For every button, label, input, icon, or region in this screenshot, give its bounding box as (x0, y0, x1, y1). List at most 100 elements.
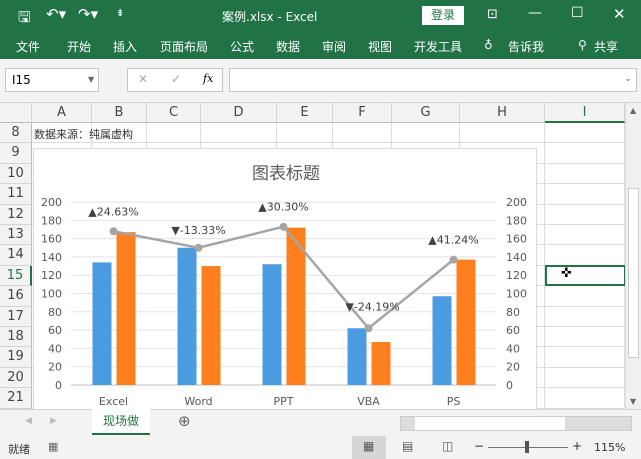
lightbulb-icon: ♁ (484, 38, 493, 52)
insert-function-button[interactable]: fx (203, 72, 213, 85)
x-tick-label: PPT (274, 395, 294, 408)
line-point-excel (109, 227, 118, 236)
tab-data[interactable]: 数据 (276, 38, 300, 55)
sheet-tab[interactable]: 现场做 (92, 409, 150, 435)
close-icon[interactable]: ✕ (613, 5, 626, 23)
formula-bar: I15 ▼ ✕ ✓ fx ⌄ (0, 59, 641, 103)
tab-insert[interactable]: 插入 (113, 38, 137, 55)
y2-tick-label: 60 (506, 324, 520, 337)
bar-series2-vba (371, 341, 391, 385)
column-header-I[interactable]: I (545, 103, 625, 123)
row-header-17[interactable]: 17 (0, 306, 32, 327)
scrollbar-thumb[interactable] (628, 188, 639, 358)
maximize-icon[interactable]: ☐ (571, 5, 584, 21)
row-header-11[interactable]: 11 (0, 184, 32, 205)
row-header-14[interactable]: 14 (0, 245, 32, 266)
bar-series2-ps (456, 259, 476, 385)
row-header-9[interactable]: 9 (0, 143, 32, 164)
tell-me[interactable]: 告诉我 (508, 38, 544, 55)
column-header-B[interactable]: B (92, 103, 147, 123)
tab-view[interactable]: 视图 (368, 38, 392, 55)
cancel-icon[interactable]: ✕ (138, 72, 148, 86)
zoom-out-icon[interactable]: − (474, 439, 484, 453)
select-all[interactable] (0, 103, 32, 123)
x-tick-label: Word (184, 395, 212, 408)
row-header-8[interactable]: 8 (0, 123, 32, 144)
login-button[interactable]: 登录 (422, 6, 464, 25)
data-label: ▼-24.19% (345, 300, 399, 313)
y-tick-label: 20 (48, 361, 62, 374)
grid-icon: ▦ (363, 439, 375, 453)
column-header-D[interactable]: D (201, 103, 277, 123)
chevron-down-icon[interactable]: ▼ (88, 75, 94, 84)
y2-tick-label: 0 (506, 379, 513, 392)
tab-page-layout[interactable]: 页面布局 (160, 38, 208, 55)
zoom-in-icon[interactable]: + (572, 439, 582, 453)
row-header-10[interactable]: 10 (0, 163, 32, 185)
data-label: ▲30.30% (258, 201, 308, 214)
data-label: ▲41.24% (428, 234, 478, 247)
row-header-21[interactable]: 21 (0, 388, 32, 409)
ribbon-display-icon[interactable]: ⊡ (487, 7, 498, 22)
row-header-18[interactable]: 18 (0, 327, 32, 348)
scroll-down-icon[interactable]: ▼ (630, 397, 636, 406)
bar-series1-ps (432, 296, 452, 385)
minimize-icon[interactable]: — (528, 5, 542, 21)
customize-qat-icon[interactable]: ⇟ (116, 8, 124, 19)
user-icon: ⚲ (578, 38, 587, 52)
name-box-value: I15 (12, 73, 31, 87)
next-sheet-icon[interactable]: ▶ (50, 416, 57, 426)
row-header-20[interactable]: 20 (0, 367, 32, 389)
row-header-12[interactable]: 12 (0, 204, 32, 225)
bar-series1-excel (92, 262, 112, 385)
name-box[interactable]: I15 ▼ (5, 68, 99, 92)
data-label: ▲24.63% (88, 205, 138, 218)
column-header-F[interactable]: F (333, 103, 392, 123)
column-header-C[interactable]: C (147, 103, 201, 123)
chart[interactable]: 图表标题 0 0 20 20 40 40 60 60 80 80 100 100 120 120 140 140… (33, 148, 537, 410)
tab-formulas[interactable]: 公式 (230, 38, 254, 55)
y-tick-label: 180 (41, 214, 62, 227)
tab-developer[interactable]: 开发工具 (414, 38, 462, 55)
expand-icon[interactable]: ⌄ (624, 74, 632, 84)
normal-view-button[interactable]: ▦ (352, 436, 386, 459)
y-tick-label: 140 (41, 251, 62, 264)
horizontal-scrollbar[interactable] (400, 416, 632, 431)
cell-a8[interactable]: 数据来源：纯属虚构 (34, 126, 133, 142)
column-header-H[interactable]: H (460, 103, 545, 123)
share-button[interactable]: 共享 (594, 38, 618, 55)
row-header-15[interactable]: 15 (0, 265, 32, 287)
zoom-slider-thumb[interactable] (525, 441, 529, 453)
selected-cell-i15[interactable]: ✜ (545, 265, 626, 286)
zoom-level[interactable]: 115% (594, 441, 625, 454)
row-header-13[interactable]: 13 (0, 225, 32, 246)
add-sheet-icon[interactable]: ⊕ (178, 412, 191, 430)
column-header-A[interactable]: A (32, 103, 92, 123)
row-header-16[interactable]: 16 (0, 286, 32, 307)
y2-tick-label: 100 (506, 288, 527, 301)
line-point-ppt (279, 222, 288, 231)
column-header-E[interactable]: E (277, 103, 333, 123)
status-bar: 就绪 ▦ ▦ ▤ ◫ − + 115% (0, 436, 641, 459)
row-header-19[interactable]: 19 (0, 347, 32, 368)
tab-review[interactable]: 审阅 (322, 38, 346, 55)
title-bar: 🖫 ↶▾ ↷▾ ⇟ 案例.xlsx - Excel 登录 ⊡ — ☐ ✕ (0, 0, 641, 32)
page-break-view-icon[interactable]: ◫ (442, 439, 453, 453)
line-point-ps (449, 255, 458, 264)
redo-icon[interactable]: ↷▾ (78, 5, 98, 23)
vertical-scrollbar[interactable]: ▲ ▼ (625, 103, 641, 409)
tab-file[interactable]: 文件 (16, 38, 40, 55)
formula-input[interactable]: ⌄ (229, 68, 637, 92)
page-layout-view-icon[interactable]: ▤ (402, 439, 413, 453)
h-scrollbar-thumb[interactable] (415, 417, 565, 430)
ribbon-tabs: 文件 开始 插入 页面布局 公式 数据 审阅 视图 开发工具 ♁ 告诉我 ⚲ 共… (0, 32, 641, 59)
tab-home[interactable]: 开始 (67, 38, 91, 55)
data-label: ▼-13.33% (171, 224, 225, 237)
enter-icon[interactable]: ✓ (171, 72, 181, 86)
scroll-up-icon[interactable]: ▲ (630, 106, 636, 115)
column-header-G[interactable]: G (392, 103, 460, 123)
prev-sheet-icon[interactable]: ◀ (25, 416, 32, 426)
macro-record-icon[interactable]: ▦ (48, 440, 58, 453)
save-icon[interactable]: 🖫 (18, 7, 31, 32)
undo-icon[interactable]: ↶▾ (46, 5, 66, 23)
